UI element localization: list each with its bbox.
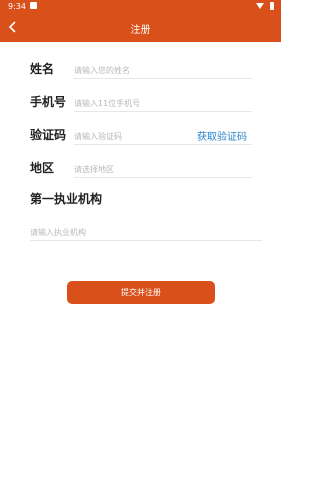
status-bar: 9:34: [0, 0, 281, 14]
notification-icon: [30, 2, 37, 9]
institution-field-wrapper: [30, 220, 262, 243]
app-bar: 注册: [0, 14, 281, 42]
region-field-wrapper: [74, 157, 252, 180]
phone-field-wrapper: [74, 91, 252, 114]
code-label: 验证码: [30, 128, 67, 142]
name-field-wrapper: [74, 58, 252, 81]
submit-register-button[interactable]: 提交并注册: [67, 281, 215, 304]
phone-label: 手机号: [30, 95, 67, 109]
wifi-icon: [256, 3, 264, 9]
code-input[interactable]: [74, 126, 184, 147]
region-label: 地区: [30, 161, 55, 175]
institution-label: 第一执业机构: [30, 192, 103, 206]
battery-icon: [270, 2, 274, 10]
name-input[interactable]: [74, 60, 252, 81]
name-label: 姓名: [30, 62, 55, 76]
institution-input[interactable]: [30, 222, 262, 243]
page-title: 注册: [130, 25, 151, 36]
region-select[interactable]: [74, 159, 252, 180]
get-code-button[interactable]: 获取验证码: [197, 128, 247, 143]
status-time: 9:34: [8, 2, 26, 11]
phone-input[interactable]: [74, 93, 252, 114]
